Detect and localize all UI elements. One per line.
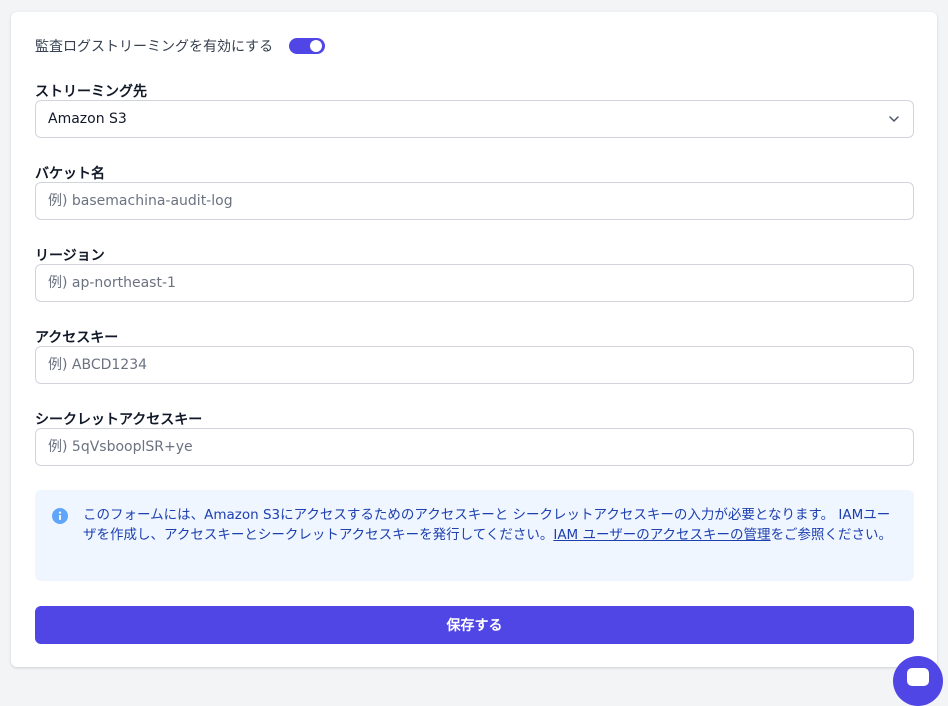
region-label: リージョン bbox=[35, 248, 105, 264]
destination-label: ストリーミング先 bbox=[35, 84, 147, 100]
secret-key-label: シークレットアクセスキー bbox=[35, 412, 203, 428]
secret-key-field-box bbox=[35, 428, 914, 466]
access-key-input[interactable] bbox=[36, 347, 913, 383]
info-circle-icon bbox=[52, 508, 68, 524]
streaming-toggle[interactable] bbox=[289, 38, 326, 54]
info-alert-text: このフォームには、Amazon S3にアクセスするためのアクセスキーと シークレ… bbox=[83, 505, 903, 545]
chat-icon bbox=[907, 668, 929, 686]
access-key-label: アクセスキー bbox=[35, 330, 119, 346]
destination-select-value: Amazon S3 bbox=[48, 111, 127, 127]
destination-select[interactable]: Amazon S3 bbox=[35, 100, 914, 138]
chat-widget-button[interactable] bbox=[893, 656, 943, 706]
chevron-down-icon bbox=[889, 116, 899, 122]
toggle-knob bbox=[310, 40, 323, 52]
info-text-after: をご参照ください。 bbox=[770, 527, 893, 543]
bucket-field-box bbox=[35, 182, 914, 220]
access-key-field-box bbox=[35, 346, 914, 384]
iam-access-key-link[interactable]: IAM ユーザーのアクセスキーの管理 bbox=[553, 527, 770, 543]
region-input[interactable] bbox=[36, 265, 913, 301]
audit-log-settings-card: 監査ログストリーミングを有効にする ストリーミング先 Amazon S3 バケッ… bbox=[11, 12, 937, 667]
streaming-toggle-label: 監査ログストリーミングを有効にする bbox=[35, 39, 274, 55]
region-field-box bbox=[35, 264, 914, 302]
streaming-toggle-row: 監査ログストリーミングを有効にする bbox=[35, 34, 326, 58]
secret-key-input[interactable] bbox=[36, 429, 913, 465]
bucket-input[interactable] bbox=[36, 183, 913, 219]
save-button[interactable]: 保存する bbox=[35, 606, 914, 644]
bucket-label: バケット名 bbox=[35, 166, 105, 182]
info-alert: このフォームには、Amazon S3にアクセスするためのアクセスキーと シークレ… bbox=[35, 490, 914, 581]
